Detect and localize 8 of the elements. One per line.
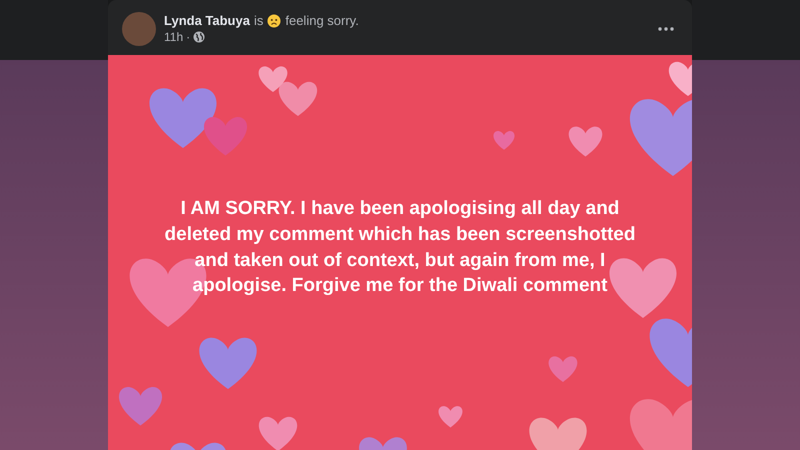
post-time[interactable]: 11h xyxy=(164,30,184,44)
author-name[interactable]: Lynda Tabuya xyxy=(164,13,250,28)
feeling-text: feeling sorry. xyxy=(285,13,359,28)
post-text: I AM SORRY. I have been apologising all day and deleted my comment which has been screenshotted and taken out of context, but again from me, I apologise. Forgive me for the Diwali comment xyxy=(164,197,636,298)
separator-dot: · xyxy=(186,30,190,44)
status-verb: is xyxy=(254,13,264,28)
sad-face-icon xyxy=(267,14,282,28)
globe-icon xyxy=(193,31,206,43)
